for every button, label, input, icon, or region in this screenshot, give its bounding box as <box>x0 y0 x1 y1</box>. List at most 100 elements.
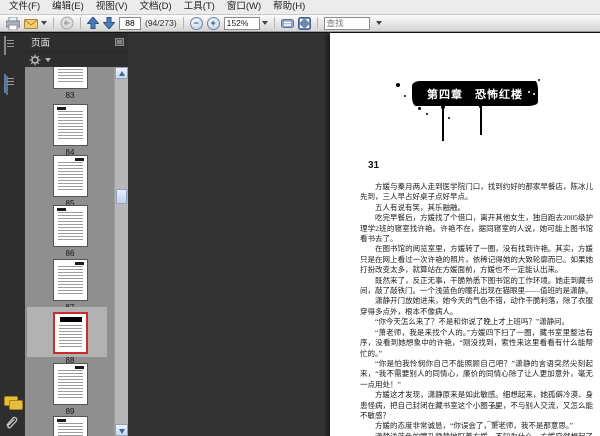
menu-edit[interactable]: 编辑(E) <box>46 0 90 14</box>
paragraph: 在图书馆的阅览室里，方媛转了一圈，没有找到许艳。其实，方媛只是在网上看过一次许艳… <box>360 244 593 275</box>
thumbnail-page-84[interactable]: 84 <box>25 104 115 157</box>
search-caret-icon[interactable] <box>375 21 382 25</box>
printed-page-number: 68 <box>491 404 499 411</box>
ink-splatter <box>396 83 400 87</box>
chapter-title: 第四章 恐怖红楼 <box>427 88 523 101</box>
menu-document[interactable]: 文档(D) <box>133 0 177 14</box>
chapter-banner-mark <box>59 317 82 322</box>
menu-file[interactable]: 文件(F) <box>3 0 46 14</box>
page-down-icon <box>103 17 115 29</box>
fullscreen-button[interactable] <box>297 16 311 30</box>
document-page: 第四章 恐怖红楼 31 方媛与秦月两人走到医学院门口，找到约好的那家早餐店，陈冰… <box>330 33 600 436</box>
menu-view[interactable]: 视图(V) <box>90 0 134 14</box>
scroll-down-arrow-icon[interactable] <box>115 424 128 436</box>
thumbnail-text-lines <box>57 266 83 296</box>
body-text: 方媛与秦月两人走到医学院门口，找到约好的那家早餐店，陈冰儿先到，三人早占好桌子点… <box>360 182 593 436</box>
thumbnail-page-85[interactable]: 85 <box>25 155 115 208</box>
options-caret-icon[interactable] <box>45 58 51 62</box>
thumbnails-list: 83 84 85 86 88 89 <box>25 67 115 436</box>
header-mark <box>56 107 66 110</box>
page-thumbnail[interactable] <box>52 67 88 89</box>
page-count-label: (94/273) <box>145 18 177 28</box>
scroll-mode-button[interactable] <box>280 16 294 30</box>
header-mark <box>74 158 84 161</box>
scroll-mode-icon <box>280 18 294 28</box>
paragraph: “你今天怎么来了？不是和你说了晚上才上班吗？”潇静问。 <box>375 317 570 327</box>
thumbnail-label: 83 <box>65 91 75 100</box>
pages-panel-title: 页面 <box>31 38 51 49</box>
previous-page-button[interactable] <box>87 16 99 30</box>
ink-drip <box>442 107 444 141</box>
toolbar-separator <box>80 17 81 29</box>
thumbnails-viewport: 83 84 85 86 88 89 <box>25 67 128 436</box>
thumbnail-text-lines <box>57 162 83 192</box>
menu-window[interactable]: 窗口(W) <box>221 0 267 14</box>
pages-panel-options <box>23 52 128 68</box>
document-view[interactable]: 第四章 恐怖红楼 31 方媛与秦月两人走到医学院门口，找到约好的那家早餐店，陈冰… <box>128 33 600 436</box>
panel-menu-icon[interactable] <box>115 38 124 46</box>
page-footer: 68 <box>390 404 600 429</box>
thumbnail-label: 86 <box>65 249 75 258</box>
thumbnail-page-89[interactable]: 89 <box>25 363 115 416</box>
thumbnail-page-88-selected[interactable]: 88 <box>25 307 115 365</box>
scroll-up-arrow-icon[interactable] <box>115 67 128 79</box>
toolbar: (94/273) 152% <box>0 15 600 32</box>
navigation-icon-strip <box>0 33 24 436</box>
thumbnails-scrollbar[interactable] <box>114 67 128 436</box>
search-input[interactable] <box>323 16 370 30</box>
email-button[interactable] <box>24 16 47 30</box>
previous-view-icon <box>60 16 74 30</box>
previous-view-button <box>60 16 74 30</box>
thumbnail-page-87[interactable]: 87 <box>25 259 115 312</box>
footer-flourish <box>486 420 504 424</box>
attachments-panel-tab[interactable] <box>4 415 20 436</box>
content-area: 页面 83 84 85 86 88 89 第四章 恐怖红楼 31 方媛与秦月两人… <box>0 32 600 436</box>
comments-panel-tab[interactable] <box>4 396 23 410</box>
print-icon <box>6 16 20 30</box>
paragraph: 潇静浅蓝色的瞳孔静静地盯着方媛，不知为什么，方媛突然想起了441女生 <box>360 432 593 436</box>
thumbnail-text-lines <box>57 212 83 242</box>
scrollbar-thumb[interactable] <box>116 189 127 204</box>
page-thumbnail[interactable] <box>52 416 88 436</box>
layers-panel-icon <box>4 74 6 93</box>
pages-panel-tab[interactable] <box>4 36 6 55</box>
email-caret-icon[interactable] <box>41 21 47 25</box>
header-mark <box>56 419 66 422</box>
menu-bar: 文件(F) 编辑(E) 视图(V) 文档(D) 工具(T) 窗口(W) 帮助(H… <box>0 0 600 15</box>
zoom-out-button[interactable] <box>189 16 203 30</box>
print-button[interactable] <box>6 16 20 30</box>
zoom-caret-icon[interactable] <box>261 21 268 25</box>
zoom-level-select[interactable]: 152% <box>223 16 268 30</box>
section-number: 31 <box>368 160 380 171</box>
menu-tools[interactable]: 工具(T) <box>178 0 221 14</box>
page-thumbnail[interactable] <box>52 259 88 301</box>
toolbar-separator <box>273 17 275 29</box>
paragraph: 方媛与秦月两人走到医学院门口，找到约好的那家早餐店，陈冰儿先到，三人早占好桌子点… <box>360 182 593 202</box>
page-number-input[interactable] <box>119 16 141 30</box>
layers-panel-tab[interactable] <box>4 74 6 93</box>
pages-panel-icon <box>4 36 6 55</box>
page-thumbnail[interactable] <box>52 312 88 354</box>
toolbar-separator <box>182 17 184 29</box>
page-thumbnail[interactable] <box>52 104 88 146</box>
page-thumbnail[interactable] <box>52 155 88 197</box>
ink-splatter <box>448 117 450 119</box>
thumbnail-text-lines <box>58 325 82 348</box>
zoom-level-value: 152% <box>223 16 260 30</box>
paragraph: 五人有说有笑，其乐融融。 <box>375 202 465 212</box>
next-page-button[interactable] <box>103 16 115 30</box>
header-mark <box>56 208 66 211</box>
page-up-icon <box>87 17 99 29</box>
attachments-panel-icon <box>6 416 18 429</box>
options-gear-icon[interactable] <box>29 54 41 66</box>
zoom-in-button[interactable] <box>206 16 220 30</box>
menu-help[interactable]: 帮助(H) <box>267 0 311 14</box>
thumbnail-text-lines <box>57 67 83 84</box>
toolbar-separator <box>316 17 318 29</box>
paragraph: 潇静开门放她进来，她今天的气色不错，动作干脆利落，除了衣服穿得多点外，根本不像病… <box>360 296 593 316</box>
thumbnail-page-86[interactable]: 86 <box>25 205 115 258</box>
thumbnail-page-90[interactable] <box>25 416 115 436</box>
page-thumbnail[interactable] <box>52 205 88 247</box>
page-thumbnail[interactable] <box>52 363 88 405</box>
thumbnail-page-83[interactable]: 83 <box>25 67 115 100</box>
